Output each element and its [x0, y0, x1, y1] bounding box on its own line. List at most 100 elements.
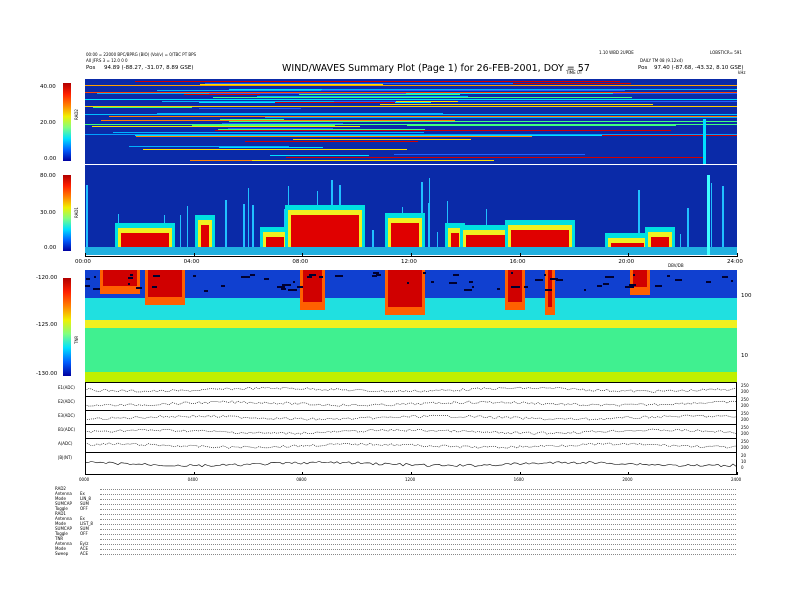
bottom-axis-tick	[519, 472, 521, 475]
footer-dotted-line	[100, 529, 736, 530]
footer-dotted-line	[100, 509, 736, 510]
rad2-streak	[270, 155, 369, 156]
time-axis-tick-label: 00:00	[75, 259, 91, 265]
tnr-dark-streak	[85, 285, 90, 288]
line-panel-tick: 200	[741, 403, 749, 408]
time-ut-label: TIME UT	[566, 70, 583, 75]
footer-dotted-line	[100, 554, 736, 555]
rad1-blob-red	[201, 225, 209, 248]
tnr-dark-streak	[128, 283, 130, 286]
tnr-tick-bottom: -130.00	[36, 371, 58, 377]
header-pos-right-label: Pos	[638, 65, 648, 71]
rad1-blob-red	[291, 215, 359, 248]
rad2-tick-bottom: 0.00	[44, 156, 57, 162]
tnr-burst-red	[148, 270, 182, 297]
rad2-streak	[283, 160, 494, 161]
rad2-streak	[394, 154, 585, 155]
tnr-tick-top: -120.00	[36, 275, 58, 281]
bottom-axis-tick-label: 2400	[731, 477, 742, 482]
tnr-dark-streak	[293, 280, 295, 283]
tnr-lower	[85, 328, 737, 372]
time-axis-tick-label: 16:00	[509, 259, 526, 265]
rad2-streak	[135, 81, 620, 82]
line-panel-tick: 250	[741, 383, 749, 388]
bottom-axis-tick	[737, 472, 738, 475]
header-info-far-right: LOBSTICR= 591	[710, 50, 742, 55]
footer-dotted-line	[100, 519, 736, 520]
footer-dotted-line	[100, 504, 736, 505]
footer-dotted-line	[100, 514, 736, 515]
footer-dotted-line	[100, 534, 736, 535]
rad2-burst	[703, 119, 706, 164]
rad2-band	[85, 106, 737, 107]
rad2-streak	[184, 94, 260, 95]
tnr-right-tick-100: 100	[741, 293, 752, 299]
tnr-dark-streak	[277, 285, 285, 288]
tnr-dark-streak	[603, 282, 609, 285]
tnr-dark-streak	[469, 281, 473, 284]
tnr-dark-streak	[514, 285, 520, 288]
header-info-left-2: A0 JFRS 3 = 12.0 0 0	[86, 58, 128, 63]
header-info-left-1: 00:00 = 22000 BPC/BPRG (BIO) (Vol/v) = 0…	[86, 52, 197, 57]
tnr-burst-red	[388, 270, 422, 307]
tnr-dark-streak	[86, 277, 90, 280]
line-panel-path	[85, 428, 737, 435]
rad2-streak	[219, 147, 323, 148]
bottom-axis-tick-label: 0000	[79, 477, 90, 482]
rad1-colorbar	[63, 175, 71, 251]
rad1-burst	[707, 175, 710, 255]
bottom-axis-tick-label: 0800	[296, 477, 307, 482]
footer-dotted-line	[100, 499, 736, 500]
rad2-streak	[407, 125, 676, 126]
tnr-dark-streak	[706, 281, 711, 284]
line-panel-label: E2(ADC)	[58, 399, 75, 404]
line-panel-path	[85, 400, 737, 407]
line-panel-label: |B|(NT)	[58, 455, 72, 460]
khz-label: kHz	[738, 70, 746, 75]
bottom-axis-tick	[302, 472, 304, 475]
rad2-streak	[93, 107, 192, 108]
line-panel-path	[85, 461, 737, 468]
bottom-axis-tick-label: 1600	[513, 477, 524, 482]
bottom-axis-tick	[628, 472, 630, 475]
tnr-dark-streak	[497, 288, 500, 291]
bottom-axis-tick	[85, 472, 86, 475]
rad2-streak	[245, 141, 418, 142]
tnr-dark-streak	[605, 276, 614, 279]
rad1-streak	[711, 182, 712, 255]
footer-value: ACE	[80, 551, 88, 556]
rad2-streak	[275, 102, 395, 103]
tnr-spectrogram	[85, 270, 737, 382]
tnr-dark-streak	[264, 278, 269, 281]
rad2-band	[85, 92, 737, 93]
rad1-label: RAD1	[74, 207, 79, 218]
footer-value: OFF	[80, 506, 88, 511]
line-panel-tick: 250	[741, 425, 749, 430]
rad1-spectrogram	[85, 165, 737, 255]
tnr-dark-streak	[94, 276, 96, 279]
rad2-colorbar	[63, 83, 71, 161]
bottom-axis-tick	[193, 472, 195, 475]
tnr-dark-streak	[431, 280, 434, 283]
line-panel-trace	[85, 428, 737, 435]
rad2-streak	[199, 108, 301, 109]
tnr-dark-streak	[629, 284, 636, 287]
tnr-dark-streak	[136, 287, 142, 290]
rad1-tick-bottom: 0.00	[44, 245, 57, 251]
rad2-streak	[136, 136, 532, 137]
tnr-dark-streak	[667, 275, 670, 278]
rad2-tick-top: 40.00	[40, 84, 56, 90]
tnr-dark-streak	[597, 284, 602, 287]
rad2-spectrogram	[85, 79, 737, 164]
time-axis-tick	[85, 253, 86, 257]
tnr-dark-streak	[93, 287, 100, 290]
tnr-dark-streak	[524, 286, 528, 289]
rad2-band	[85, 134, 737, 135]
line-panel-trace	[85, 461, 737, 468]
time-axis-tick	[519, 253, 521, 257]
time-axis-tick	[193, 253, 195, 257]
line-panel-tick: 0	[741, 465, 744, 470]
rad2-streak	[286, 157, 702, 158]
line-panel-label: E1(ADC)	[58, 385, 75, 390]
time-axis-tick	[302, 253, 304, 257]
